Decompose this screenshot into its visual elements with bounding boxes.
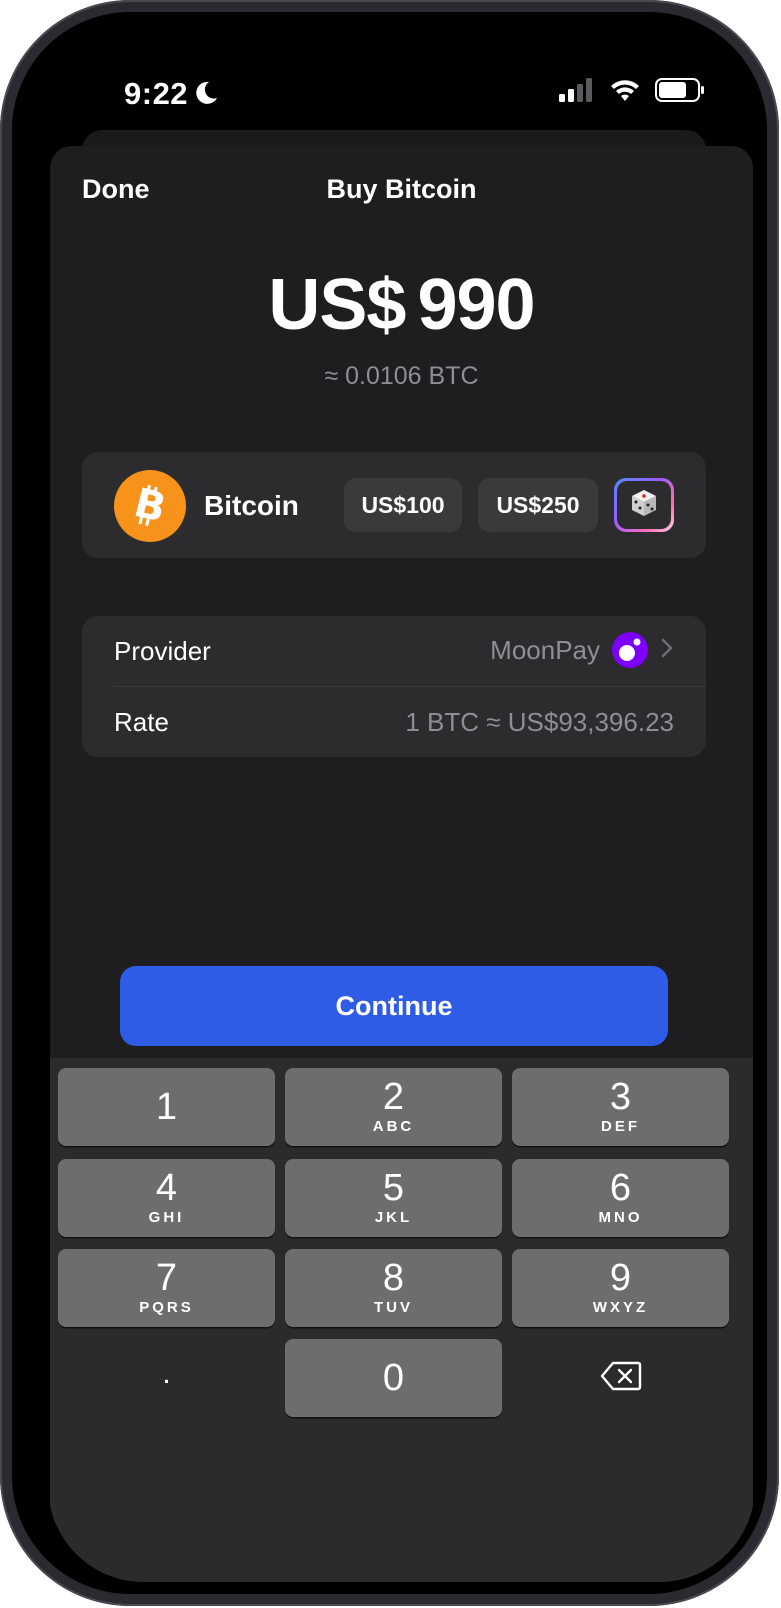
key-digit: 9: [609, 1257, 632, 1299]
quick-amount-100-button[interactable]: US$100: [344, 478, 462, 532]
random-amount-button[interactable]: [614, 478, 674, 532]
rate-row: Rate 1 BTC ≈ US$93,396.23: [82, 687, 706, 757]
provider-row[interactable]: Provider MoonPay: [82, 616, 706, 686]
phone-bezel: 9:22 Done Buy Bitcoin US$ 990 ≈ 0.0106 B…: [12, 12, 767, 1594]
buy-sheet: Done Buy Bitcoin US$990 ≈ 0.0106 BTC B: [50, 146, 753, 1582]
key-letters: PQRS: [139, 1299, 194, 1316]
key-digit: 4: [155, 1167, 178, 1209]
key-digit: 7: [155, 1257, 178, 1299]
quick-amount-250-button[interactable]: US$250: [478, 478, 598, 532]
key-digit: 3: [609, 1076, 632, 1118]
key-letters: WXYZ: [592, 1299, 649, 1316]
btc-equivalent: ≈ 0.0106 BTC: [324, 362, 479, 390]
key-digit: 0: [382, 1357, 405, 1399]
wifi-icon: [609, 78, 641, 107]
key-letters: GHI: [148, 1209, 185, 1226]
key-decimal[interactable]: .: [58, 1339, 275, 1417]
key-digit: 6: [609, 1167, 632, 1209]
status-time: 9:22: [124, 76, 189, 111]
key-letters: ABC: [372, 1118, 415, 1135]
amount-value: 990: [417, 265, 535, 345]
key-letters: MNO: [598, 1209, 643, 1226]
provider-name: MoonPay: [490, 634, 600, 665]
amount-display[interactable]: US$ 990: [50, 264, 753, 346]
backspace-icon: [600, 1360, 642, 1397]
provider-value: MoonPay: [490, 632, 674, 668]
provider-label: Provider: [114, 636, 211, 666]
amount-currency: US$: [268, 265, 406, 345]
bitcoin-logo-icon: B: [114, 470, 186, 542]
key-7[interactable]: 7 PQRS: [58, 1249, 275, 1327]
key-3[interactable]: 3 DEF: [512, 1068, 729, 1146]
moonpay-logo-icon: [612, 632, 648, 668]
asset-card: B Bitcoin US$100 US$250: [82, 452, 706, 558]
dice-icon: [628, 487, 660, 524]
key-letters: JKL: [374, 1209, 413, 1226]
screen: 9:22 Done Buy Bitcoin US$ 990 ≈ 0.0106 B…: [48, 48, 755, 1582]
key-digit: 2: [382, 1076, 405, 1118]
cellular-signal-icon: [559, 78, 595, 107]
key-9[interactable]: 9 WXYZ: [512, 1249, 729, 1327]
key-6[interactable]: 6 MNO: [512, 1159, 729, 1237]
numeric-keypad: 1 2 ABC 3 DEF 4 GHI 5 JKL 6 MNO 7 PQRS 8…: [50, 1058, 753, 1582]
details-card: Provider MoonPay Rate 1 BTC ≈ US$93,396.…: [82, 616, 706, 757]
chevron-right-icon: [660, 637, 674, 664]
rate-value: 1 BTC ≈ US$93,396.23: [405, 707, 674, 737]
key-letters: TUV: [374, 1299, 413, 1316]
page-title: Buy Bitcoin: [326, 174, 477, 204]
key-digit: 8: [382, 1257, 405, 1299]
svg-text:B: B: [130, 483, 171, 529]
key-2[interactable]: 2 ABC: [285, 1068, 502, 1146]
delete-key[interactable]: [512, 1339, 729, 1417]
key-8[interactable]: 8 TUV: [285, 1249, 502, 1327]
rate-label: Rate: [114, 707, 169, 737]
status-icons: [559, 78, 705, 107]
asset-name: Bitcoin: [204, 490, 299, 521]
key-0[interactable]: 0: [285, 1339, 502, 1417]
key-digit: 5: [382, 1167, 405, 1209]
key-1[interactable]: 1: [58, 1068, 275, 1146]
key-4[interactable]: 4 GHI: [58, 1159, 275, 1237]
key-digit: 1: [155, 1086, 178, 1128]
battery-icon: [655, 78, 705, 107]
key-5[interactable]: 5 JKL: [285, 1159, 502, 1237]
continue-button[interactable]: Continue: [120, 966, 668, 1046]
phone-frame: 9:22 Done Buy Bitcoin US$ 990 ≈ 0.0106 B…: [0, 0, 779, 1606]
moon-icon: [193, 80, 219, 111]
key-letters: DEF: [601, 1118, 640, 1135]
